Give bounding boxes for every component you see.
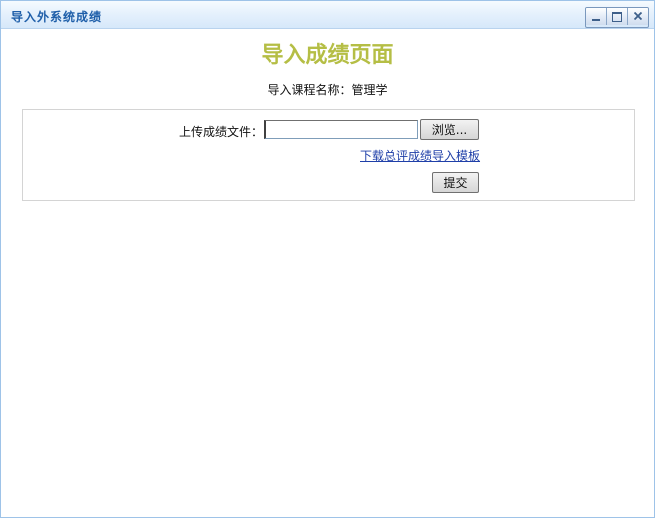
file-path-input[interactable] [264, 120, 418, 139]
title-bar[interactable]: 导入外系统成绩 [1, 1, 654, 29]
download-template-link[interactable]: 下载总评成绩导入模板 [360, 147, 480, 164]
upload-file-label: 上传成绩文件： [179, 125, 264, 139]
upload-panel: 上传成绩文件： 浏览... 下载总评成绩导入模板 提交 [22, 109, 635, 201]
window-content: 导入成绩页面 导入课程名称：管理学 上传成绩文件： 浏览... 下载总评成绩导入… [1, 29, 654, 517]
dialog-window: 导入外系统成绩 导入成绩页面 导入课程名称：管理学 上传成绩文件： 浏览... … [0, 0, 655, 518]
submit-button[interactable]: 提交 [432, 172, 479, 193]
window-title: 导入外系统成绩 [11, 10, 103, 24]
maximize-icon[interactable] [607, 8, 628, 25]
minimize-icon[interactable] [586, 8, 607, 25]
page-title: 导入成绩页面 [261, 43, 394, 68]
browse-button[interactable]: 浏览... [420, 119, 479, 140]
close-glyph [634, 12, 642, 20]
close-icon[interactable] [628, 8, 648, 25]
course-name-label: 导入课程名称：管理学 [267, 83, 388, 97]
window-controls [585, 7, 649, 28]
